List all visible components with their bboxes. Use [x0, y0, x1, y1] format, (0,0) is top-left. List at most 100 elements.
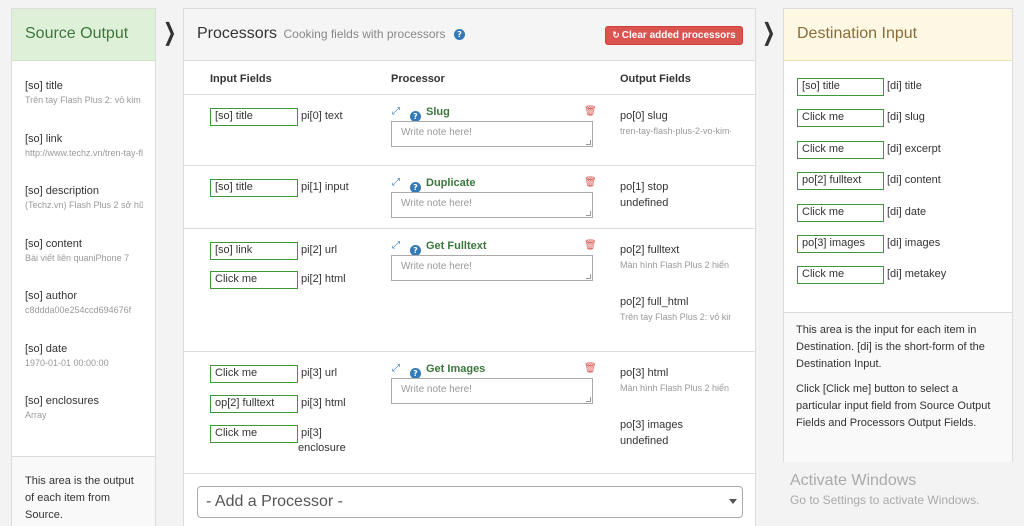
column-header-output: Output Fields	[620, 73, 691, 85]
column-header-processor: Processor	[391, 73, 445, 85]
chevron-down-icon	[729, 499, 737, 504]
destination-field-label: [di] metakey	[887, 268, 947, 280]
destination-field-label: [di] slug	[887, 111, 925, 123]
processor-input-label: pi[3]	[301, 427, 322, 439]
input-field-button[interactable]: [so] title	[210, 179, 298, 197]
add-processor-label: - Add a Processor -	[206, 493, 343, 510]
source-field-value: 1970-01-01 00:00:00	[25, 357, 109, 368]
destination-help-text: Click [Click me] button to select a part…	[796, 383, 991, 429]
clear-processors-label: Clear added processors	[621, 30, 736, 41]
trash-icon[interactable]: 🗑	[584, 177, 597, 188]
destination-field-label: [di] title	[887, 80, 922, 92]
destination-help-text: This area is the input for each item in …	[796, 324, 985, 370]
input-field-button[interactable]: op[2] fulltext	[210, 395, 298, 413]
output-field-value: tren-tay-flash-plus-2-vo-kim-loai	[620, 126, 731, 136]
destination-field-button[interactable]: po[3] images	[797, 235, 884, 253]
output-field-label: po[1] stop	[620, 181, 669, 193]
source-field-key: [so] author	[25, 290, 77, 302]
destination-field-label: [di] images	[887, 237, 941, 249]
source-field-key: [so] description	[25, 185, 99, 197]
source-field-item: [so] title Trên tay Flash Plus 2: vỏ kim…	[25, 79, 155, 132]
source-field-item: [so] description (Techz.vn) Flash Plus 2…	[25, 184, 155, 237]
trash-icon[interactable]: 🗑	[584, 106, 597, 117]
output-field-value: undefined	[620, 197, 669, 209]
processors-header: Processors Cooking fields with processor…	[184, 9, 755, 61]
source-field-value: Array	[25, 410, 47, 420]
add-processor-select[interactable]: - Add a Processor -	[197, 486, 743, 518]
expand-icon[interactable]: ⤢	[392, 363, 400, 374]
destination-help: This area is the input for each item in …	[784, 313, 1012, 462]
source-help-text: This area is the output of each item fro…	[12, 456, 155, 526]
output-field-label: po[3] images	[620, 419, 683, 431]
output-field-label: po[3] html	[620, 367, 669, 379]
question-circle-icon[interactable]: ?	[454, 29, 466, 40]
trash-icon[interactable]: 🗑	[584, 363, 597, 374]
output-field-label: po[2] fulltext	[620, 244, 680, 256]
destination-field-label: [di] excerpt	[887, 143, 941, 155]
input-field-button[interactable]: Click me	[210, 271, 298, 289]
destination-input-panel: Destination Input [so] title [di] title …	[783, 8, 1013, 462]
processor-input-label-cont: enclosure	[298, 442, 346, 454]
processor-note-input[interactable]: Write note here!	[391, 378, 593, 404]
source-field-item: [so] enclosures Array	[25, 394, 155, 447]
destination-field-list: [so] title [di] title Click me [di] slug…	[784, 61, 1012, 313]
expand-icon[interactable]: ⤢	[392, 177, 400, 188]
processor-name: Get Fulltext	[426, 240, 487, 252]
source-field-item: [so] content Bài viết liên quaniPhone 7	[25, 237, 155, 290]
source-field-key: [so] link	[25, 132, 63, 145]
input-field-button[interactable]: [so] link	[210, 242, 298, 260]
processor-heading: ⤢ ? Get Fulltext 🗑	[392, 240, 597, 256]
output-field-value: undefined	[620, 435, 669, 447]
output-field-value: Màn hình Flash Plus 2 hiển thị	[620, 383, 731, 393]
processor-heading: ⤢ ? Duplicate 🗑	[392, 177, 597, 193]
processor-column-headers: Input Fields Processor Output Fields	[184, 61, 755, 95]
source-field-item: [so] author c8ddda00e254ccd694676f	[25, 289, 155, 342]
processor-heading: ⤢ ? Get Images 🗑	[392, 363, 597, 379]
refresh-icon: ↻	[612, 31, 620, 41]
output-field-label: po[2] full_html	[620, 296, 689, 308]
source-field-value: http://www.techz.vn/tren-tay-flash	[25, 147, 143, 158]
processor-name: Duplicate	[426, 177, 476, 189]
source-field-value: Bài viết liên quaniPhone 7	[25, 252, 130, 263]
trash-icon[interactable]: 🗑	[584, 240, 597, 251]
processors-panel: Processors Cooking fields with processor…	[183, 8, 756, 526]
source-field-value: Trên tay Flash Plus 2: vỏ kim loại	[25, 95, 143, 105]
destination-field-button[interactable]: Click me	[797, 141, 884, 159]
expand-icon[interactable]: ⤢	[392, 106, 400, 117]
destination-field-label: [di] content	[887, 174, 941, 186]
destination-input-title: Destination Input	[784, 9, 1012, 61]
processor-input-label: pi[1] input	[301, 181, 349, 193]
source-field-item: [so] date 1970-01-01 00:00:00	[25, 342, 155, 395]
processor-row: [so] title pi[1] input ⤢ ? Duplicate 🗑 W…	[184, 166, 755, 229]
source-output-title: Source Output	[12, 9, 155, 61]
input-field-button[interactable]: [so] title	[210, 108, 298, 126]
processor-note-input[interactable]: Write note here!	[391, 255, 593, 281]
source-field-key: [so] title	[25, 80, 63, 92]
processors-title: Processors	[197, 25, 278, 42]
source-field-key: [so] content	[25, 237, 82, 250]
input-field-button[interactable]: Click me	[210, 425, 298, 443]
source-field-value: (Techz.vn) Flash Plus 2 sở hữu	[25, 200, 143, 210]
source-field-item: [so] link http://www.techz.vn/tren-tay-f…	[25, 132, 155, 185]
output-field-value: Trên tay Flash Plus 2: vỏ kim loại	[620, 312, 731, 322]
processor-input-label: pi[3] url	[301, 367, 338, 379]
processor-input-label: pi[0] text	[301, 110, 343, 122]
source-field-value: c8ddda00e254ccd694676f	[25, 305, 132, 315]
destination-field-button[interactable]: Click me	[797, 266, 884, 284]
input-field-button[interactable]: Click me	[210, 365, 298, 383]
destination-field-button[interactable]: [so] title	[797, 78, 884, 96]
expand-icon[interactable]: ⤢	[392, 240, 400, 251]
output-field-label: po[0] slug	[620, 110, 668, 122]
destination-field-button[interactable]: Click me	[797, 109, 884, 127]
source-field-list: [so] title Trên tay Flash Plus 2: vỏ kim…	[12, 61, 155, 447]
column-header-input: Input Fields	[210, 73, 272, 85]
processor-note-input[interactable]: Write note here!	[391, 121, 593, 147]
processor-name: Slug	[426, 106, 450, 118]
destination-field-button[interactable]: po[2] fulltext	[797, 172, 884, 190]
processor-name: Get Images	[426, 363, 486, 375]
clear-processors-button[interactable]: ↻ Clear added processors	[605, 26, 743, 45]
processor-note-input[interactable]: Write note here!	[391, 192, 593, 218]
processor-input-label: pi[3] html	[301, 397, 346, 409]
destination-field-button[interactable]: Click me	[797, 204, 884, 222]
output-field-value: Màn hình Flash Plus 2 hiển thị	[620, 260, 731, 270]
